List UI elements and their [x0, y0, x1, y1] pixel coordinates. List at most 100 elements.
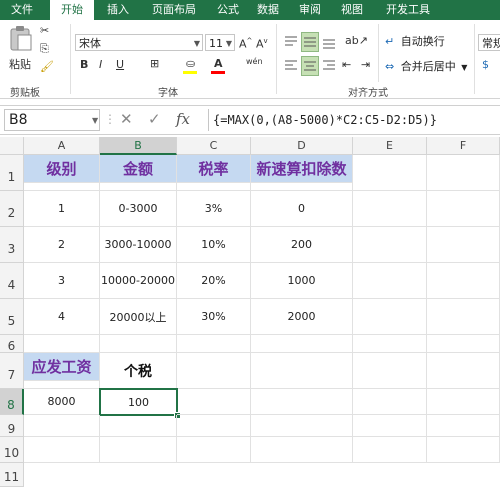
cell[interactable]: [251, 353, 353, 389]
tab-formulas[interactable]: 公式: [210, 0, 246, 20]
align-middle-button[interactable]: [301, 32, 319, 52]
table-cell[interactable]: 3%: [177, 191, 251, 227]
cell[interactable]: [353, 227, 427, 263]
tab-review[interactable]: 审阅: [292, 0, 328, 20]
row-header-7[interactable]: 7: [0, 353, 24, 389]
cell[interactable]: [251, 183, 353, 191]
cell[interactable]: [24, 437, 100, 463]
column-header-b[interactable]: B: [100, 137, 177, 155]
cell[interactable]: [177, 183, 251, 191]
font-name-select[interactable]: 宋体 ▼: [75, 34, 203, 51]
cell[interactable]: [177, 353, 251, 389]
column-header-e[interactable]: E: [353, 137, 427, 155]
cell[interactable]: [353, 335, 427, 353]
cell[interactable]: [427, 415, 500, 437]
column-header-f[interactable]: F: [427, 137, 500, 155]
paste-button[interactable]: 粘贴: [6, 26, 36, 76]
wrap-text-button[interactable]: ↵ 自动换行: [385, 33, 445, 49]
cell[interactable]: [100, 335, 177, 353]
cell[interactable]: [177, 389, 251, 415]
row-header-10[interactable]: 10: [0, 437, 24, 463]
phonetic-icon[interactable]: wén: [246, 55, 263, 69]
row-header-5[interactable]: 5: [0, 299, 24, 335]
table-cell[interactable]: 3: [24, 263, 100, 299]
table-cell[interactable]: 10%: [177, 227, 251, 263]
align-top-button[interactable]: [283, 34, 299, 50]
cell[interactable]: [24, 335, 100, 353]
cell[interactable]: [427, 227, 500, 263]
tab-home[interactable]: 开始: [50, 0, 94, 21]
underline-button[interactable]: U: [116, 58, 124, 72]
cell[interactable]: [177, 437, 251, 463]
tax-label-cell[interactable]: 个税: [100, 353, 177, 389]
row-header-1[interactable]: 1: [0, 155, 24, 191]
table-cell[interactable]: 2: [24, 227, 100, 263]
font-color-icon[interactable]: A: [214, 57, 223, 71]
table-header-cell[interactable]: 新速算扣除数: [251, 155, 353, 183]
cell[interactable]: [353, 299, 427, 335]
row-header-3[interactable]: 3: [0, 227, 24, 263]
align-left-button[interactable]: [283, 58, 299, 74]
cell[interactable]: [353, 353, 427, 389]
borders-icon[interactable]: ⊞: [150, 57, 159, 71]
cell[interactable]: [100, 437, 177, 463]
row-header-2[interactable]: 2: [0, 191, 24, 227]
salary-value-cell[interactable]: 8000: [24, 389, 100, 415]
increase-indent-icon[interactable]: ⇥: [361, 58, 370, 72]
cell[interactable]: [353, 263, 427, 299]
fill-color-icon[interactable]: ⛀: [186, 57, 195, 71]
copy-icon[interactable]: ⎘: [40, 42, 49, 56]
bold-button[interactable]: B: [80, 58, 88, 72]
row-header-6[interactable]: 6: [0, 335, 24, 353]
tab-insert[interactable]: 插入: [98, 0, 138, 20]
cell[interactable]: [353, 191, 427, 227]
cell[interactable]: [427, 263, 500, 299]
row-header-9[interactable]: 9: [0, 415, 24, 437]
cell[interactable]: [353, 415, 427, 437]
table-cell[interactable]: 4: [24, 299, 100, 335]
cell[interactable]: [251, 415, 353, 437]
tab-file[interactable]: 文件: [0, 0, 44, 20]
table-cell[interactable]: 2000: [251, 299, 353, 335]
cut-icon[interactable]: ✂: [40, 24, 49, 38]
tab-view[interactable]: 视图: [334, 0, 370, 20]
table-cell[interactable]: 20%: [177, 263, 251, 299]
table-header-cell[interactable]: 税率: [177, 155, 251, 183]
cell[interactable]: [100, 415, 177, 437]
shrink-font-icon[interactable]: Av: [256, 34, 268, 52]
table-cell[interactable]: 1: [24, 191, 100, 227]
table-cell[interactable]: 200: [251, 227, 353, 263]
cell[interactable]: [177, 335, 251, 353]
table-cell[interactable]: 1000: [251, 263, 353, 299]
cancel-icon[interactable]: ✕: [120, 110, 133, 128]
cell[interactable]: [177, 415, 251, 437]
font-size-select[interactable]: 11 ▼: [205, 34, 235, 51]
enter-icon[interactable]: ✓: [148, 110, 161, 128]
tab-data[interactable]: 数据: [250, 0, 286, 20]
table-cell[interactable]: 10000-20000: [100, 263, 177, 299]
name-box-dropdown-icon[interactable]: ▼: [92, 116, 98, 125]
table-header-cell[interactable]: 金额: [100, 155, 177, 183]
cell[interactable]: [427, 437, 500, 463]
italic-button[interactable]: I: [99, 58, 102, 72]
cell[interactable]: [251, 389, 353, 415]
row-header-8[interactable]: 8: [0, 389, 24, 415]
cell[interactable]: [24, 415, 100, 437]
align-right-button[interactable]: [321, 58, 337, 74]
table-cell[interactable]: 0: [251, 191, 353, 227]
salary-label-cell[interactable]: 应发工资: [24, 353, 100, 381]
column-header-c[interactable]: C: [177, 137, 251, 155]
table-header-cell[interactable]: 级别: [24, 155, 100, 183]
table-cell[interactable]: 30%: [177, 299, 251, 335]
table-cell[interactable]: 0-3000: [100, 191, 177, 227]
currency-icon[interactable]: $: [482, 58, 489, 72]
row-header-11[interactable]: 11: [0, 463, 24, 487]
insert-function-icon[interactable]: fx: [176, 110, 190, 128]
table-cell[interactable]: 3000-10000: [100, 227, 177, 263]
cell[interactable]: [427, 155, 500, 191]
cell[interactable]: [353, 155, 427, 191]
column-header-a[interactable]: A: [24, 137, 100, 155]
table-cell[interactable]: 20000以上: [100, 299, 177, 335]
tab-page-layout[interactable]: 页面布局: [142, 0, 206, 20]
format-painter-icon[interactable]: 🖌: [40, 60, 54, 74]
